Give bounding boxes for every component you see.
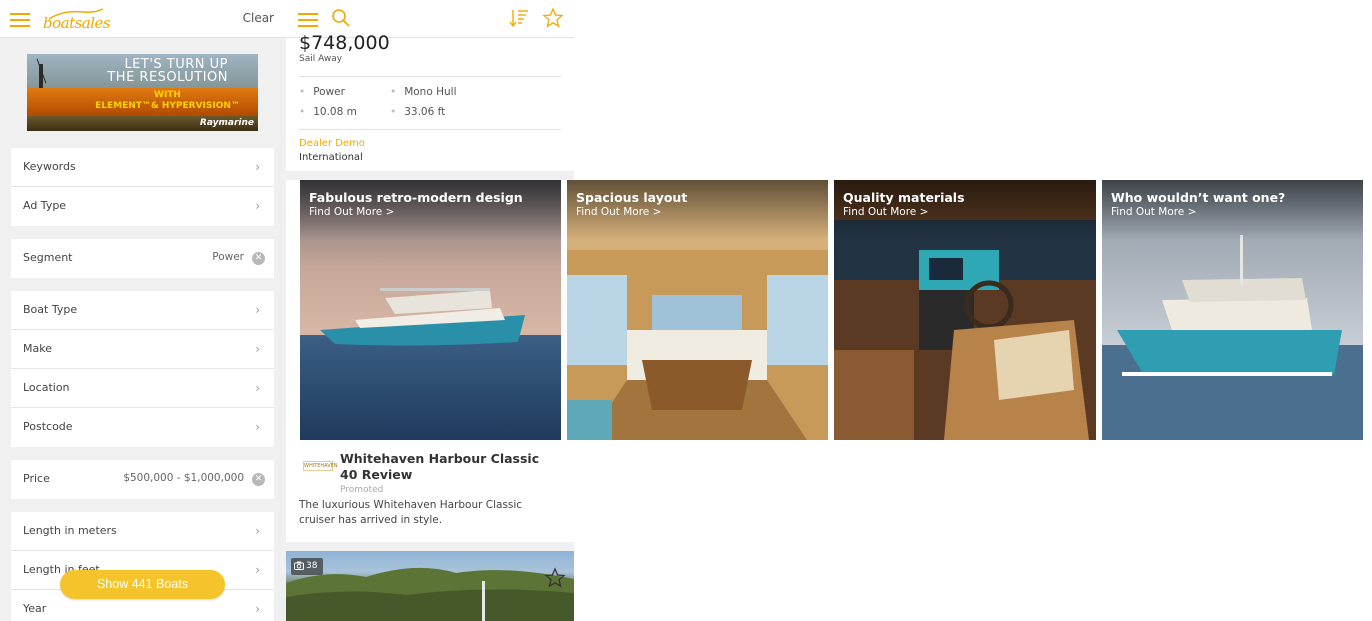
hamburger-icon[interactable]	[298, 13, 318, 27]
next-listing-card[interactable]: 38	[286, 551, 574, 621]
filter-label: Boat Type	[23, 303, 78, 316]
camera-icon	[294, 561, 304, 570]
filter-label: Length in meters	[23, 524, 117, 537]
chevron-right-icon: ›	[255, 602, 260, 616]
filter-label: Price	[23, 472, 50, 485]
sort-icon[interactable]	[508, 7, 530, 29]
filter-postcode[interactable]: Postcode ›	[11, 408, 274, 447]
filter-label: Location	[23, 381, 70, 394]
carousel-tile-design[interactable]: Fabulous retro-modern design Find Out Mo…	[300, 180, 561, 440]
filter-keywords[interactable]: Keywords ›	[11, 148, 274, 187]
promo-title[interactable]: Whitehaven Harbour Classic 40 Review	[340, 451, 555, 483]
tile-title: Fabulous retro-modern design	[309, 190, 523, 205]
tile-title: Who wouldn’t want one?	[1111, 190, 1286, 205]
filter-location[interactable]: Location ›	[11, 369, 274, 408]
carousel-tile-want-one[interactable]: Who wouldn’t want one? Find Out More >	[1102, 180, 1363, 440]
chevron-right-icon: ›	[255, 420, 260, 434]
tile-title: Spacious layout	[576, 190, 688, 205]
promo-tag: Promoted	[340, 485, 384, 495]
star-icon[interactable]	[542, 7, 564, 29]
chevron-right-icon: ›	[255, 563, 260, 577]
chevron-right-icon: ›	[255, 199, 260, 213]
filter-label: Segment	[23, 251, 73, 264]
logo-text: boatsales	[43, 14, 111, 32]
filter-panel: boatsales Clear LET'S TURN UP THE RESOLU…	[0, 0, 286, 621]
dealer-status: Dealer Demo	[299, 138, 365, 149]
listing-card[interactable]: $748,000 Sail Away Power Mono Hull 10.08…	[286, 32, 574, 171]
filter-label: Ad Type	[23, 199, 67, 212]
ad-products-text: ELEMENT™& HYPERVISION™	[95, 101, 240, 111]
filter-header: boatsales Clear	[0, 0, 286, 38]
filter-label: Postcode	[23, 420, 73, 433]
spec-hull: Mono Hull	[390, 86, 456, 98]
filter-ad-type[interactable]: Ad Type ›	[11, 187, 274, 226]
filter-value: $500,000 - $1,000,000	[123, 472, 244, 484]
divider	[299, 76, 561, 77]
ad-brand-text: Raymarine	[199, 118, 254, 128]
spec-segment: Power	[299, 86, 345, 98]
filter-label: Keywords	[23, 160, 76, 173]
photo-count: 38	[306, 561, 318, 571]
filter-group-dimensions: Length in meters › Length in feet › Year…	[11, 512, 274, 621]
ad-headline-2: THE RESOLUTION	[107, 70, 228, 85]
find-out-more-link[interactable]: Find Out More >	[1111, 206, 1196, 218]
filter-group-basic: Keywords › Ad Type ›	[11, 148, 274, 226]
listing-price: $748,000	[299, 32, 390, 54]
filter-boat-type[interactable]: Boat Type ›	[11, 291, 274, 330]
divider	[299, 129, 561, 130]
next-listing-photo	[286, 567, 574, 621]
clear-icon[interactable]: ✕	[252, 252, 265, 265]
promo-description: The luxurious Whitehaven Harbour Classic…	[299, 499, 523, 526]
app-root: boatsales Clear LET'S TURN UP THE RESOLU…	[0, 0, 1372, 621]
chevron-right-icon: ›	[255, 381, 260, 395]
photo-count-badge: 38	[291, 558, 323, 575]
filter-label: Make	[23, 342, 52, 355]
carousel-tile-materials[interactable]: Quality materials Find Out More >	[834, 180, 1096, 440]
clear-filters-link[interactable]: Clear	[243, 11, 274, 25]
boatsales-logo[interactable]: boatsales	[43, 8, 111, 32]
chevron-right-icon: ›	[255, 524, 260, 538]
chevron-right-icon: ›	[255, 342, 260, 356]
filter-make[interactable]: Make ›	[11, 330, 274, 369]
search-icon[interactable]	[331, 8, 351, 28]
show-boats-button[interactable]: Show 441 Boats	[60, 570, 225, 599]
find-out-more-link[interactable]: Find Out More >	[309, 206, 394, 218]
filter-price[interactable]: Price $500,000 - $1,000,000 ✕	[11, 460, 274, 499]
carousel-tile-layout[interactable]: Spacious layout Find Out More >	[567, 180, 828, 440]
filter-group-segment: Segment Power ✕	[11, 239, 274, 278]
filter-group-price: Price $500,000 - $1,000,000 ✕	[11, 460, 274, 499]
raymarine-ad-banner[interactable]: LET'S TURN UP THE RESOLUTION WITH ELEMEN…	[27, 54, 258, 131]
star-icon[interactable]	[544, 567, 566, 589]
spec-length-m: 10.08 m	[299, 106, 357, 118]
filter-label: Year	[23, 602, 47, 615]
ad-with-text: WITH	[154, 90, 181, 100]
dealer-location: International	[299, 152, 363, 163]
chevron-right-icon: ›	[255, 303, 260, 317]
whitehaven-logo: WHITEHAVEN	[303, 461, 338, 471]
filter-segment[interactable]: Segment Power ✕	[11, 239, 274, 278]
listing-price-sub: Sail Away	[299, 54, 343, 64]
chevron-right-icon: ›	[255, 160, 260, 174]
find-out-more-link[interactable]: Find Out More >	[843, 206, 928, 218]
tile-title: Quality materials	[843, 190, 965, 205]
find-out-more-link[interactable]: Find Out More >	[576, 206, 661, 218]
filter-value: Power	[212, 251, 244, 263]
hamburger-icon[interactable]	[10, 13, 30, 27]
spec-length-ft: 33.06 ft	[390, 106, 445, 118]
filter-group-boat: Boat Type › Make › Location › Postcode ›	[11, 291, 274, 447]
clear-icon[interactable]: ✕	[252, 473, 265, 486]
filter-length-meters[interactable]: Length in meters ›	[11, 512, 274, 551]
